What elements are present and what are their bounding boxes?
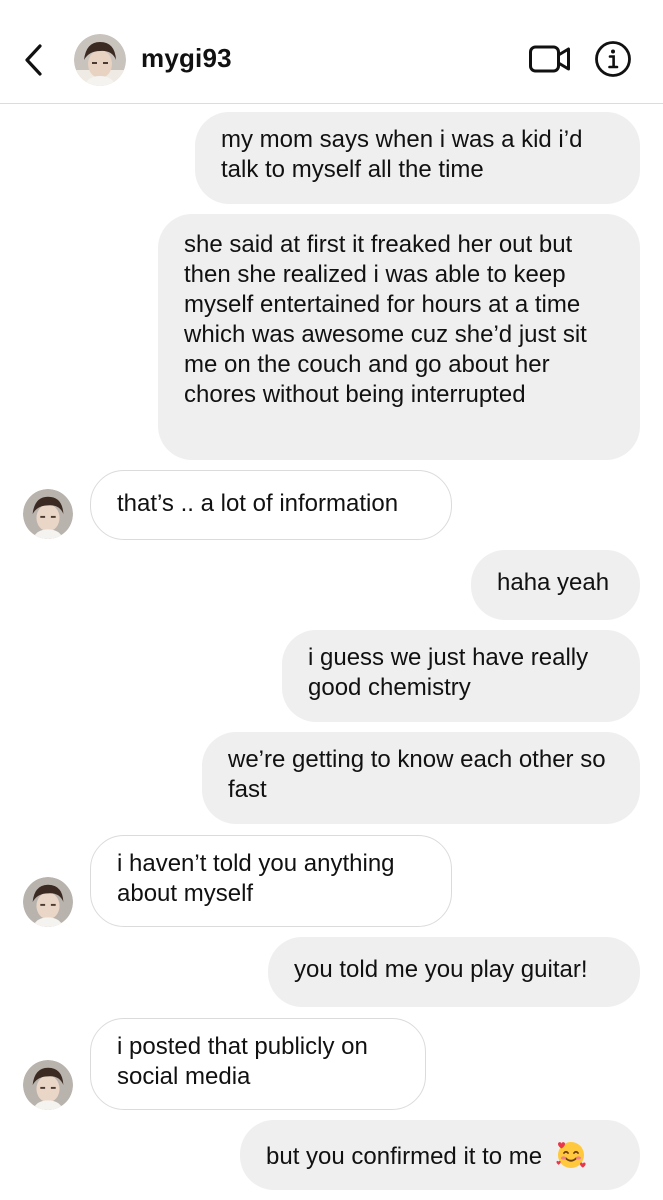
avatar[interactable]	[23, 489, 73, 539]
avatar[interactable]	[74, 34, 126, 86]
incoming-message[interactable]: that’s .. a lot of information	[90, 470, 452, 540]
message-text: haha yeah	[497, 569, 610, 596]
chat-username[interactable]: mygi93	[141, 43, 232, 74]
back-button[interactable]	[18, 40, 52, 80]
outgoing-message[interactable]: my mom says when i was a kid i’d talk to…	[195, 112, 640, 204]
video-call-button[interactable]	[528, 42, 572, 76]
avatar-image	[23, 1060, 73, 1110]
outgoing-message[interactable]: haha yeah	[471, 550, 640, 620]
chat-header: mygi93	[0, 0, 663, 104]
message-text: i guess we just have really good chemist…	[308, 644, 589, 701]
outgoing-message[interactable]: but you confirmed it to me	[240, 1120, 640, 1190]
avatar-image	[23, 877, 73, 927]
message-text: she said at first it freaked her out but…	[184, 231, 587, 408]
video-camera-icon	[529, 45, 570, 73]
avatar-image	[74, 34, 126, 86]
incoming-message[interactable]: i haven’t told you anything about myself	[90, 835, 452, 927]
message-text: i haven’t told you anything about myself	[117, 850, 395, 907]
message-text: i posted that publicly on social media	[117, 1033, 368, 1090]
avatar-image	[23, 489, 73, 539]
message-text: you told me you play guitar!	[294, 956, 588, 983]
outgoing-message[interactable]: you told me you play guitar!	[268, 937, 640, 1007]
chevron-left-icon	[25, 44, 42, 76]
info-icon	[595, 41, 631, 77]
outgoing-message[interactable]: we’re getting to know each other so fast	[202, 732, 640, 824]
info-button[interactable]	[594, 40, 632, 78]
incoming-message[interactable]: i posted that publicly on social media	[90, 1018, 426, 1110]
message-text: we’re getting to know each other so fast	[228, 746, 606, 803]
message-text: my mom says when i was a kid i’d talk to…	[221, 126, 583, 183]
avatar[interactable]	[23, 1060, 73, 1110]
outgoing-message[interactable]: i guess we just have really good chemist…	[282, 630, 640, 722]
message-text: that’s .. a lot of information	[117, 490, 399, 517]
smiling-face-with-hearts-icon	[555, 1138, 587, 1178]
avatar[interactable]	[23, 877, 73, 927]
outgoing-message[interactable]: she said at first it freaked her out but…	[158, 214, 640, 460]
message-text: but you confirmed it to me	[266, 1143, 543, 1170]
